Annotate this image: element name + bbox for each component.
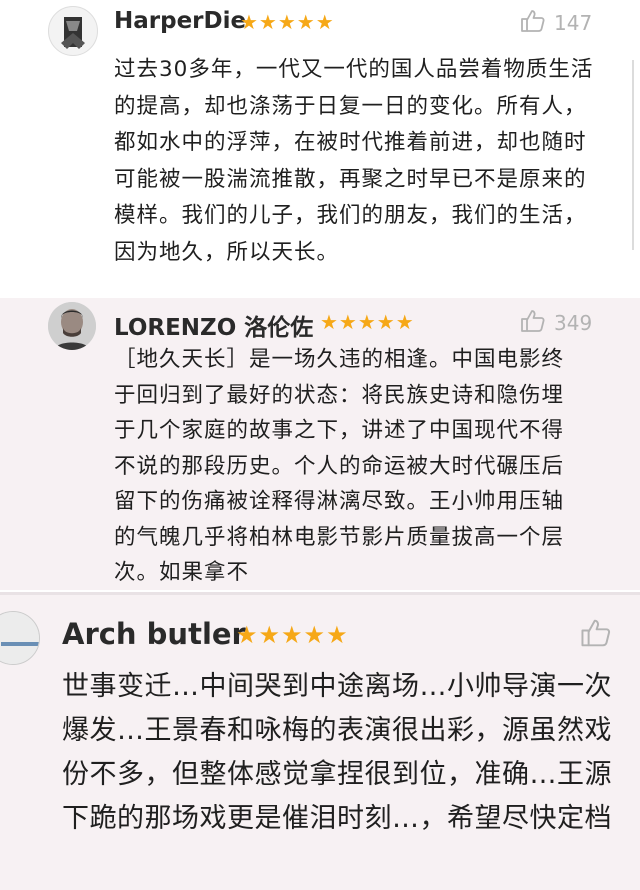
star-rating: ★★★★★ — [236, 621, 349, 649]
like-button[interactable] — [580, 617, 612, 653]
review-card: HarperDie ★★★★★ 147 过去30多年，一代又一代的国人品尝着物质… — [0, 0, 640, 298]
review-text: 世事变迁…中间哭到中途离场…小帅导演一次爆发…王景春和咏梅的表演很出彩，源虽然戏… — [62, 671, 612, 834]
review-text: ［地久天长］是一场久违的相逢。中国电影终于回归到了最好的状态：将民族史诗和隐伤埋… — [114, 347, 565, 585]
like-count: 349 — [554, 311, 593, 335]
like-button[interactable]: 147 — [520, 8, 592, 38]
avatar[interactable] — [48, 302, 96, 350]
username[interactable]: LORENZO 洛伦佐 — [114, 308, 313, 342]
avatar[interactable] — [48, 6, 98, 56]
avatar[interactable] — [0, 611, 40, 665]
username[interactable]: HarperDie — [114, 8, 246, 34]
star-rating: ★★★★★ — [320, 310, 415, 334]
like-button[interactable]: 349 — [520, 308, 592, 338]
username[interactable]: Arch butler — [62, 617, 246, 651]
scrollbar-track — [632, 60, 634, 250]
review-card: Arch butler ★★★★★ 世事变迁…中间哭到中途离场…小帅导演一次爆发… — [0, 592, 640, 890]
thumbs-up-icon — [520, 308, 546, 338]
review-card: LORENZO 洛伦佐 ★★★★★ 349 ［地久天长］是一场久违的相逢。中国电… — [0, 298, 640, 590]
star-rating: ★★★★★ — [240, 10, 335, 34]
thumbs-up-icon — [580, 617, 612, 653]
review-text: 过去30多年，一代又一代的国人品尝着物质生活的提高，却也涤荡于日复一日的变化。所… — [114, 57, 594, 265]
like-count: 147 — [554, 11, 593, 35]
thumbs-up-icon — [520, 8, 546, 38]
